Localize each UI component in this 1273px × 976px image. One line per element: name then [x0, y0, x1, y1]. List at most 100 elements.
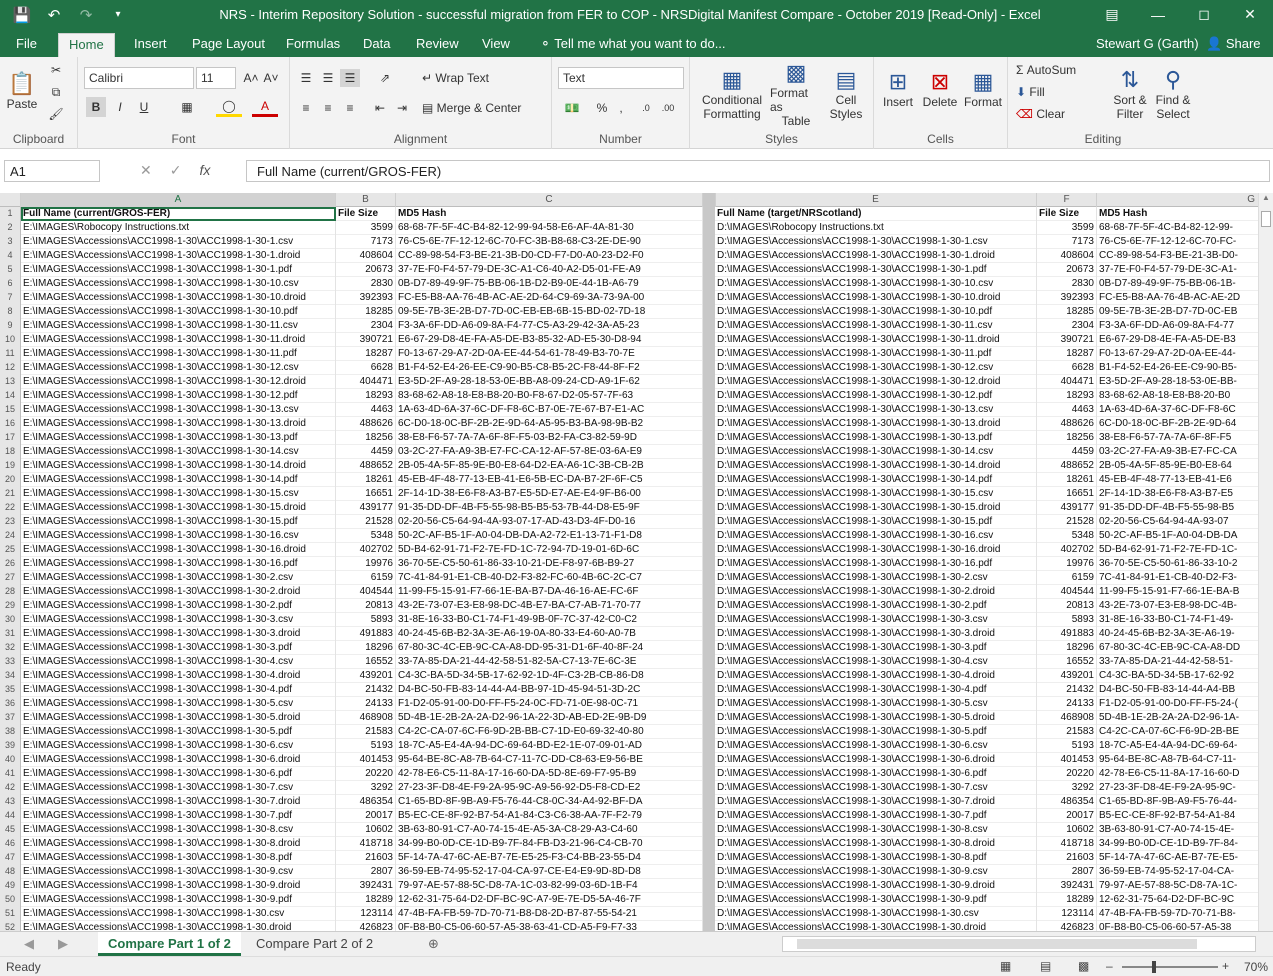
fill-button[interactable]: ⬇ Fill	[1016, 83, 1076, 101]
cell-e[interactable]: D:\IMAGES\Accessions\ACC1998-1-30\ACC199…	[715, 543, 1037, 557]
cell-a[interactable]: E:\IMAGES\Accessions\ACC1998-1-30\ACC199…	[21, 375, 336, 389]
cell-g[interactable]: 6C-D0-18-0C-BF-2B-2E-9D-64	[1097, 417, 1260, 431]
cell-c[interactable]: 33-7A-85-DA-21-44-42-58-51-82-5A-C7-13-7…	[396, 655, 703, 669]
cell-g[interactable]: 0F-B8-B0-C5-06-60-57-A5-38	[1097, 921, 1260, 931]
cell-e[interactable]: D:\IMAGES\Accessions\ACC1998-1-30\ACC199…	[715, 585, 1037, 599]
row-number[interactable]: 43	[0, 795, 21, 809]
cell-b[interactable]: 21603	[336, 851, 396, 865]
merge-center-button[interactable]: ▤ Merge & Center	[422, 99, 542, 117]
format-painter-icon[interactable]: 🖌	[46, 105, 66, 123]
comma-style-icon[interactable]: ,	[614, 99, 628, 117]
cell-c[interactable]: C1-65-BD-8F-9B-A9-F5-76-44-C8-0C-34-A4-9…	[396, 795, 703, 809]
tab-review[interactable]: Review	[406, 33, 469, 57]
cell-g[interactable]: 33-7A-85-DA-21-44-42-58-51-	[1097, 655, 1260, 669]
row-number[interactable]: 23	[0, 515, 21, 529]
cell-e[interactable]: D:\IMAGES\Accessions\ACC1998-1-30\ACC199…	[715, 837, 1037, 851]
cell-g[interactable]: 31-8E-16-33-B0-C1-74-F1-49-	[1097, 613, 1260, 627]
cell-b[interactable]: 18287	[336, 347, 396, 361]
cell-f[interactable]: 390721	[1037, 333, 1097, 347]
fill-color-icon[interactable]: ◯	[216, 97, 242, 117]
cell-a[interactable]: E:\IMAGES\Accessions\ACC1998-1-30\ACC199…	[21, 739, 336, 753]
cell-c[interactable]: B5-EC-CE-8F-92-B7-54-A1-84-C3-C6-38-AA-7…	[396, 809, 703, 823]
cell-a[interactable]: E:\IMAGES\Accessions\ACC1998-1-30\ACC199…	[21, 627, 336, 641]
cell-c[interactable]: 5D-B4-62-91-71-F2-7E-FD-1C-72-94-7D-19-0…	[396, 543, 703, 557]
row-number[interactable]: 40	[0, 753, 21, 767]
row-number[interactable]: 35	[0, 683, 21, 697]
cell-b[interactable]: 5893	[336, 613, 396, 627]
cell-c[interactable]: 11-99-F5-15-91-F7-66-1E-BA-B7-DA-46-16-A…	[396, 585, 703, 599]
redo-icon[interactable]: ↷	[72, 3, 100, 27]
cell-f[interactable]: 486354	[1037, 795, 1097, 809]
cell-a[interactable]: E:\IMAGES\Accessions\ACC1998-1-30\ACC199…	[21, 781, 336, 795]
cell-g[interactable]: 42-78-E6-C5-11-8A-17-16-60-D	[1097, 767, 1260, 781]
cell-b[interactable]: 468908	[336, 711, 396, 725]
cell-b[interactable]: 4463	[336, 403, 396, 417]
cell-b[interactable]: 18285	[336, 305, 396, 319]
underline-button[interactable]: U	[134, 97, 154, 117]
cell-b[interactable]: 18296	[336, 641, 396, 655]
cell-f[interactable]: 3292	[1037, 781, 1097, 795]
name-box[interactable]: A1	[4, 160, 100, 182]
cell-f[interactable]: 20673	[1037, 263, 1097, 277]
row-number[interactable]: 38	[0, 725, 21, 739]
clear-button[interactable]: ⌫ Clear	[1016, 105, 1086, 123]
cell-b[interactable]: 18289	[336, 893, 396, 907]
cell-a[interactable]: E:\IMAGES\Accessions\ACC1998-1-30\ACC199…	[21, 753, 336, 767]
worksheet-grid[interactable]: A B C D E F G 1 Full Name (current/GROS-…	[0, 193, 1260, 931]
cell-g[interactable]: 02-20-56-C5-64-94-4A-93-07	[1097, 515, 1260, 529]
percent-icon[interactable]: %	[592, 99, 612, 117]
cell-b[interactable]: 402702	[336, 543, 396, 557]
row-number[interactable]: 4	[0, 249, 21, 263]
cell-a[interactable]: E:\IMAGES\Accessions\ACC1998-1-30\ACC199…	[21, 445, 336, 459]
cell-f[interactable]: 18293	[1037, 389, 1097, 403]
undo-icon[interactable]: ↶	[40, 3, 68, 27]
row-number[interactable]: 24	[0, 529, 21, 543]
cell-g[interactable]: 3B-63-80-91-C7-A0-74-15-4E-	[1097, 823, 1260, 837]
row-number[interactable]: 52	[0, 921, 21, 931]
cell-e[interactable]: D:\IMAGES\Accessions\ACC1998-1-30\ACC199…	[715, 501, 1037, 515]
cell-a[interactable]: E:\IMAGES\Accessions\ACC1998-1-30\ACC199…	[21, 235, 336, 249]
cell-g[interactable]: 47-4B-FA-FB-59-7D-70-71-B8-	[1097, 907, 1260, 921]
cell-g[interactable]: B1-F4-52-E4-26-EE-C9-90-B5-	[1097, 361, 1260, 375]
cell-c[interactable]: 34-99-B0-0D-CE-1D-B9-7F-84-FB-D3-21-96-C…	[396, 837, 703, 851]
cell-g[interactable]: 18-7C-A5-E4-4A-94-DC-69-64-	[1097, 739, 1260, 753]
row-number[interactable]: 48	[0, 865, 21, 879]
tab-formulas[interactable]: Formulas	[276, 33, 350, 57]
cell-e[interactable]: D:\IMAGES\Accessions\ACC1998-1-30\ACC199…	[715, 823, 1037, 837]
cell-g[interactable]: FC-E5-B8-AA-76-4B-AC-AE-2D	[1097, 291, 1260, 305]
tab-insert[interactable]: Insert	[124, 33, 177, 57]
user-account[interactable]: Stewart G (Garth)	[1086, 33, 1209, 57]
cell-g[interactable]: 40-24-45-6B-B2-3A-3E-A6-19-	[1097, 627, 1260, 641]
cell-a[interactable]: E:\IMAGES\Accessions\ACC1998-1-30\ACC199…	[21, 333, 336, 347]
cell-c[interactable]: 7C-41-84-91-E1-CB-40-D2-F3-82-FC-60-4B-6…	[396, 571, 703, 585]
cell-g[interactable]: 5D-B4-62-91-71-F2-7E-FD-1C-	[1097, 543, 1260, 557]
cell-g[interactable]: 2F-14-1D-38-E6-F8-A3-B7-E5	[1097, 487, 1260, 501]
cell-g[interactable]: D4-BC-50-FB-83-14-44-A4-BB	[1097, 683, 1260, 697]
sort-filter-button[interactable]: ⇅ Sort & Filter	[1110, 59, 1150, 129]
window-split-bar[interactable]	[703, 193, 715, 931]
cell-c[interactable]: 38-E8-F6-57-7A-7A-6F-8F-F5-03-B2-FA-C3-8…	[396, 431, 703, 445]
cell-c[interactable]: 42-78-E6-C5-11-8A-17-16-60-DA-5D-8E-69-F…	[396, 767, 703, 781]
cell-f[interactable]: 4463	[1037, 403, 1097, 417]
row-number[interactable]: 34	[0, 669, 21, 683]
cell-f[interactable]: 491883	[1037, 627, 1097, 641]
cell-f[interactable]: 21583	[1037, 725, 1097, 739]
bold-button[interactable]: B	[86, 97, 106, 117]
maximize-icon[interactable]: ◻	[1181, 0, 1227, 29]
cell-c[interactable]: 2F-14-1D-38-E6-F8-A3-B7-E5-5D-E7-AE-E4-9…	[396, 487, 703, 501]
cell-b[interactable]: 24133	[336, 697, 396, 711]
cell-g[interactable]: 36-59-EB-74-95-52-17-04-CA-	[1097, 865, 1260, 879]
format-cells-button[interactable]: ▦ Format	[962, 59, 1004, 119]
cell-e[interactable]: D:\IMAGES\Accessions\ACC1998-1-30\ACC199…	[715, 235, 1037, 249]
cell-a[interactable]: E:\IMAGES\Accessions\ACC1998-1-30\ACC199…	[21, 319, 336, 333]
cell-g[interactable]: 5F-14-7A-47-6C-AE-B7-7E-E5-	[1097, 851, 1260, 865]
align-bottom-icon[interactable]: ☰	[340, 69, 360, 87]
horizontal-scroll-thumb[interactable]	[797, 939, 1197, 949]
row-number[interactable]: 46	[0, 837, 21, 851]
cell-c[interactable]: 31-8E-16-33-B0-C1-74-F1-49-9B-0F-7C-37-4…	[396, 613, 703, 627]
cell-e[interactable]: D:\IMAGES\Accessions\ACC1998-1-30\ACC199…	[715, 739, 1037, 753]
cell-e[interactable]: D:\IMAGES\Accessions\ACC1998-1-30\ACC199…	[715, 865, 1037, 879]
decrease-decimal-icon[interactable]: .00	[658, 99, 678, 117]
cell-e[interactable]: D:\IMAGES\Accessions\ACC1998-1-30\ACC199…	[715, 767, 1037, 781]
cell-b[interactable]: 390721	[336, 333, 396, 347]
